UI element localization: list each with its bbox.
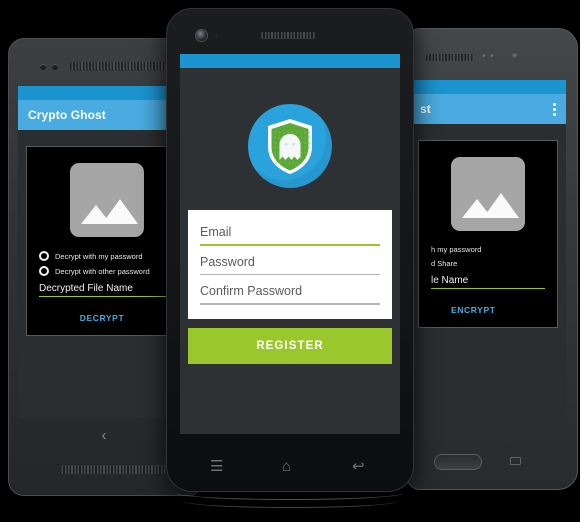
radio-label: Decrypt with my password xyxy=(55,251,143,261)
hamburger-menu-icon[interactable]: ☰ xyxy=(210,454,223,480)
mountain-shape xyxy=(102,199,138,224)
radio-label: h my password xyxy=(431,245,482,254)
image-placeholder-icon[interactable] xyxy=(70,163,144,237)
encrypted-file-name-input[interactable]: le Name xyxy=(431,275,545,286)
decrypt-card: Decrypt with my password Decrypt with ot… xyxy=(26,146,188,336)
radio-label: d Share xyxy=(431,259,458,268)
status-bar xyxy=(410,80,566,94)
mountain-shape xyxy=(483,193,519,218)
bottom-speaker-grille-icon xyxy=(60,465,178,474)
radio-option-share[interactable]: d Share xyxy=(431,259,545,268)
home-icon[interactable]: ⌂ xyxy=(282,454,291,480)
field-underline xyxy=(200,244,380,246)
app-title: Crypto Ghost xyxy=(28,108,106,122)
right-phone-device: st h my password d Share le Name ENCRYPT xyxy=(406,28,578,490)
recents-key-icon[interactable] xyxy=(510,457,521,465)
center-phone-screen: 7 6 4 3 9 2 5 8 1 3 0 2 8 4 7 1 6 9 5 1 … xyxy=(180,54,400,434)
svg-text:4 2 7 3 8 1 5: 4 2 7 3 8 1 5 xyxy=(275,161,303,165)
field-underline xyxy=(200,303,380,305)
radio-option-my-password[interactable]: h my password xyxy=(431,245,545,254)
sensor-dot-icon xyxy=(482,54,487,59)
confirm-password-placeholder: Confirm Password xyxy=(200,284,303,299)
encrypt-card: h my password d Share le Name ENCRYPT xyxy=(418,140,558,328)
front-camera-icon xyxy=(512,53,519,60)
screenshot-stage: Crypto Ghost Decrypt with my password De… xyxy=(0,0,580,522)
decrypted-file-name-input[interactable]: Decrypted File Name xyxy=(39,283,175,294)
email-placeholder: Email xyxy=(200,225,232,239)
status-bar xyxy=(180,54,400,68)
radio-button[interactable] xyxy=(39,251,49,261)
radio-label: Decrypt with other password xyxy=(55,266,150,276)
field-underline xyxy=(200,273,380,276)
kebab-menu-icon[interactable] xyxy=(553,102,556,116)
register-screen: 7 6 4 3 9 2 5 8 1 3 0 2 8 4 7 1 6 9 5 1 … xyxy=(180,68,400,434)
radio-option-my-password[interactable]: Decrypt with my password xyxy=(39,251,175,261)
sensor-dot-icon xyxy=(215,34,218,37)
front-camera-icon xyxy=(196,30,207,41)
sensor-dot-icon xyxy=(490,54,495,59)
reflection-line xyxy=(182,494,398,508)
password-placeholder: Password xyxy=(200,254,255,269)
sensor-dot-icon xyxy=(52,64,58,70)
center-phone-device: 7 6 4 3 9 2 5 8 1 3 0 2 8 4 7 1 6 9 5 1 … xyxy=(166,8,414,492)
register-button[interactable]: REGISTER xyxy=(188,327,392,364)
decrypt-button[interactable]: DECRYPT xyxy=(37,313,177,323)
back-arrow-icon[interactable]: ↩ xyxy=(352,454,365,480)
action-bar: st xyxy=(410,94,566,124)
input-underline xyxy=(39,296,175,297)
proximity-sensor-icon xyxy=(225,32,249,39)
radio-option-other-password[interactable]: Decrypt with other password xyxy=(39,266,175,276)
sensor-dot-icon xyxy=(40,64,46,70)
earpiece-grille-icon xyxy=(260,32,316,39)
register-form-card: Email Password Confirm Password xyxy=(188,210,392,319)
right-phone-screen: st h my password d Share le Name ENCRYPT xyxy=(410,80,566,426)
home-button[interactable] xyxy=(434,454,482,470)
app-title: st xyxy=(420,102,431,116)
confirm-password-field[interactable]: Confirm Password xyxy=(200,278,380,308)
crypto-ghost-shield-logo: 7 6 4 3 9 2 5 8 1 3 0 2 8 4 7 1 6 9 5 1 … xyxy=(248,104,332,188)
earpiece-grille-icon xyxy=(426,54,474,61)
encrypt-button[interactable]: ENCRYPT xyxy=(429,305,547,315)
radio-button[interactable] xyxy=(39,266,49,276)
input-underline xyxy=(431,288,545,289)
navigation-bar: ☰ ⌂ ↩ xyxy=(166,454,414,480)
email-field[interactable]: Email xyxy=(200,219,380,249)
password-field[interactable]: Password xyxy=(200,249,380,279)
image-placeholder-icon[interactable] xyxy=(451,157,525,231)
